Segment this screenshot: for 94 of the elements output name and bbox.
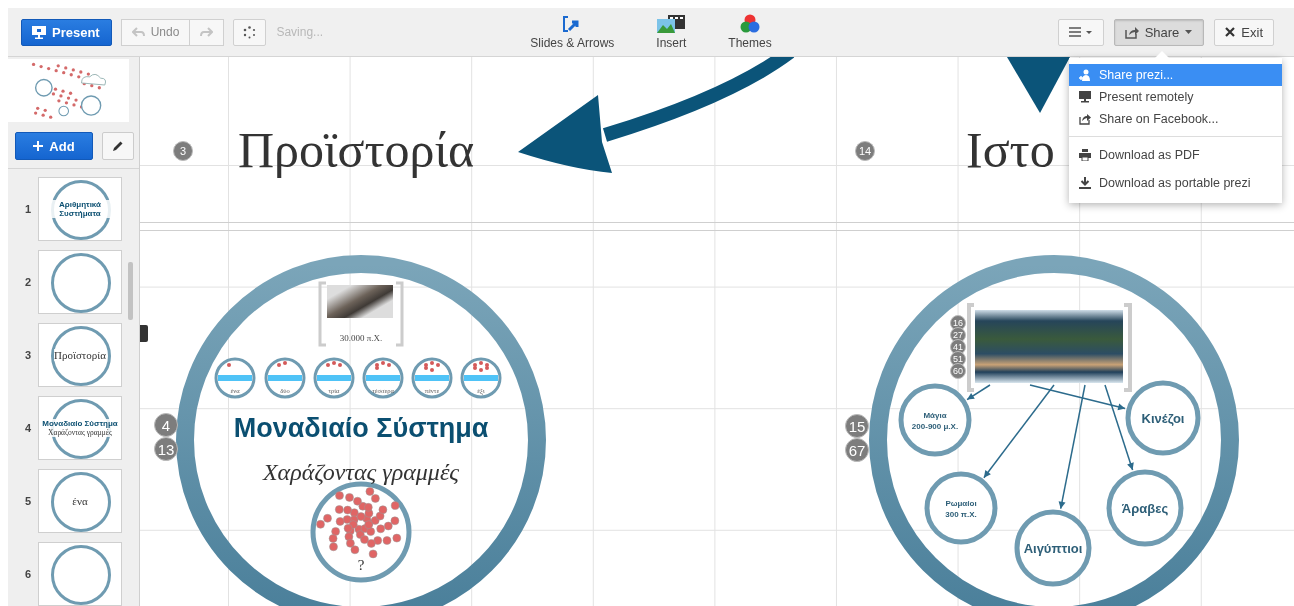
step-badge[interactable]: 14 bbox=[855, 141, 875, 161]
thumbnail-text: Προϊστορία bbox=[54, 349, 106, 361]
thumbnail-text: Μοναδιαίο Σύστημα bbox=[42, 418, 118, 429]
projector-icon bbox=[32, 25, 46, 39]
frame-ring[interactable] bbox=[176, 255, 546, 606]
projector-icon bbox=[1079, 91, 1091, 103]
frame-ring[interactable] bbox=[869, 255, 1239, 606]
frame-ring[interactable] bbox=[924, 471, 998, 545]
slide-thumbnail[interactable] bbox=[38, 250, 122, 314]
add-button[interactable]: Add bbox=[15, 132, 93, 160]
circle-label: Άραβες bbox=[1121, 500, 1169, 516]
question-mark: ? bbox=[357, 556, 365, 574]
circle-label: 300 π.Χ. bbox=[945, 509, 977, 518]
step-badge[interactable]: 15 bbox=[845, 414, 869, 438]
topic-title: Ιστο bbox=[966, 125, 1055, 175]
step-circle[interactable] bbox=[264, 357, 306, 399]
step-circle[interactable] bbox=[313, 357, 355, 399]
frame-title: Μοναδιαίο Σύστημα bbox=[233, 412, 489, 444]
resize-handle[interactable] bbox=[140, 325, 148, 342]
frame-ring[interactable] bbox=[1125, 380, 1201, 456]
slide-number: 2 bbox=[23, 276, 31, 288]
connector-arrow[interactable] bbox=[1104, 384, 1134, 471]
circle-label: Ρωμαίοι bbox=[945, 498, 977, 507]
curved-arrow[interactable] bbox=[518, 57, 795, 173]
slide-number: 1 bbox=[23, 203, 31, 215]
connector-arrow[interactable] bbox=[966, 384, 991, 401]
step-badge[interactable]: 27 bbox=[950, 327, 966, 343]
connector-arrow[interactable] bbox=[1058, 384, 1086, 510]
circle-label: Κινέζοι bbox=[1141, 410, 1185, 426]
printer-icon bbox=[1079, 149, 1091, 161]
menu-item[interactable]: Share prezi... bbox=[1069, 64, 1282, 86]
toolbar-tool[interactable]: Insert bbox=[650, 14, 693, 50]
slide-number: 4 bbox=[23, 422, 31, 434]
slide-thumbnail[interactable]: Αριθμητικά Συστήματα bbox=[38, 177, 122, 241]
undo-button[interactable]: Undo bbox=[120, 18, 191, 46]
step-badge[interactable]: 60 bbox=[950, 363, 966, 379]
edit-button[interactable] bbox=[102, 132, 134, 160]
slide-number: 3 bbox=[23, 349, 31, 361]
step-circle[interactable] bbox=[214, 357, 256, 399]
undo-icon bbox=[131, 26, 145, 38]
frame-subtitle: Χαράζοντας γραμμές bbox=[262, 458, 460, 486]
close-icon bbox=[1225, 27, 1236, 37]
exit-button[interactable]: Exit bbox=[1214, 18, 1274, 46]
step-badge[interactable]: 4 bbox=[154, 413, 178, 437]
frame-ring[interactable] bbox=[898, 383, 972, 457]
frame-ring[interactable] bbox=[1014, 509, 1092, 587]
step-circle[interactable] bbox=[362, 357, 404, 399]
add-person-icon bbox=[1079, 69, 1091, 81]
step-badge[interactable]: 67 bbox=[845, 438, 869, 462]
menu-button[interactable] bbox=[1057, 18, 1104, 46]
toolbar-tool[interactable]: Themes bbox=[722, 14, 778, 50]
menu-icon bbox=[1068, 27, 1093, 37]
thumbnail-text: ένα bbox=[72, 495, 88, 507]
spinner-icon bbox=[243, 25, 257, 39]
download-icon bbox=[1079, 177, 1091, 189]
circle-label: Μάγια bbox=[923, 410, 947, 419]
sync-button[interactable] bbox=[233, 18, 267, 46]
menu-item[interactable]: Share on Facebook... bbox=[1069, 108, 1282, 130]
connector-arrow[interactable] bbox=[983, 384, 1055, 479]
present-button[interactable]: Present bbox=[21, 18, 112, 46]
menu-item[interactable]: Download as portable prezi bbox=[1069, 169, 1282, 197]
step-badge[interactable]: 3 bbox=[173, 141, 193, 161]
slide-number: 6 bbox=[23, 568, 31, 580]
photo-placeholder bbox=[327, 285, 393, 318]
image-film-icon bbox=[656, 14, 687, 34]
slide-thumbnail[interactable]: ένα bbox=[38, 469, 122, 533]
step-circle[interactable] bbox=[460, 357, 502, 399]
photo-caption: 30.000 π.Χ. bbox=[339, 333, 383, 343]
overview-drawing[interactable] bbox=[8, 59, 129, 122]
circle-label: 200-900 μ.Χ. bbox=[911, 421, 959, 430]
step-circle[interactable] bbox=[411, 357, 453, 399]
step-badge[interactable]: 16 bbox=[950, 315, 966, 331]
step-badge[interactable]: 51 bbox=[950, 351, 966, 367]
slide-thumbnail[interactable] bbox=[38, 542, 122, 606]
slide-number: 5 bbox=[23, 495, 31, 507]
step-badge[interactable]: 13 bbox=[154, 437, 178, 461]
triangle-shape[interactable] bbox=[1007, 57, 1070, 113]
share-button[interactable]: Share bbox=[1113, 18, 1205, 46]
connector-arrow[interactable] bbox=[1029, 384, 1126, 411]
menu-item[interactable]: Present remotely bbox=[1069, 86, 1282, 108]
saving-status: Saving... bbox=[276, 25, 324, 39]
redo-icon bbox=[200, 26, 214, 38]
circle-label: Αιγύπτιοι bbox=[1023, 540, 1083, 556]
plus-icon bbox=[33, 141, 44, 151]
caret-icon bbox=[1185, 30, 1194, 34]
menu-item[interactable]: Download as PDF bbox=[1069, 141, 1282, 169]
color-circles-icon bbox=[739, 14, 761, 34]
share-icon bbox=[1124, 25, 1139, 39]
slide-thumbnail[interactable]: Προϊστορία bbox=[38, 323, 122, 387]
step-badge[interactable]: 41 bbox=[950, 339, 966, 355]
frame-ring[interactable] bbox=[1106, 469, 1184, 547]
share-icon bbox=[1079, 113, 1091, 125]
pencil-icon bbox=[112, 140, 124, 152]
toolbar-tool[interactable]: Slides & Arrows bbox=[524, 14, 621, 50]
